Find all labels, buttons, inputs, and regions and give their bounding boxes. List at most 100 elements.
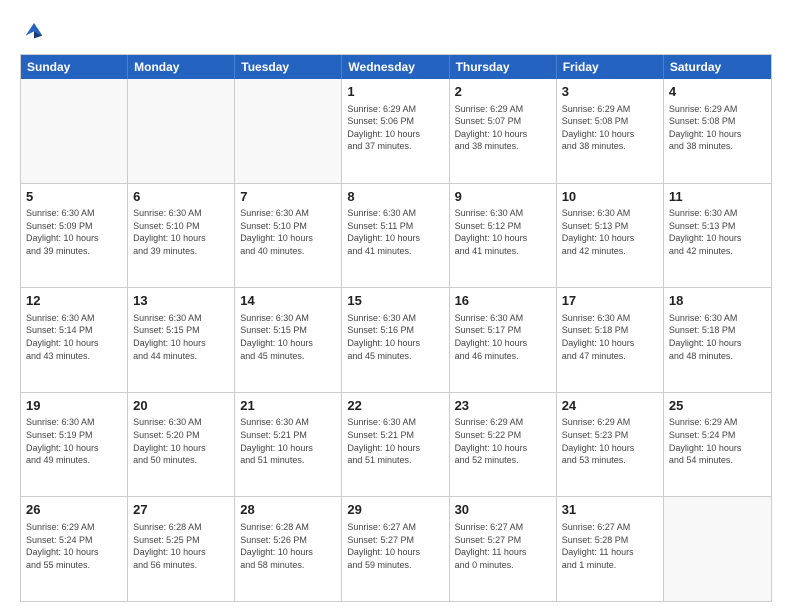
day-number: 24 — [562, 397, 658, 415]
day-number: 30 — [455, 501, 551, 519]
header-cell-friday: Friday — [557, 55, 664, 79]
day-number: 4 — [669, 83, 766, 101]
cell-info: Sunrise: 6:29 AM Sunset: 5:06 PM Dayligh… — [347, 103, 443, 153]
cell-info: Sunrise: 6:30 AM Sunset: 5:15 PM Dayligh… — [240, 312, 336, 362]
cell-info: Sunrise: 6:30 AM Sunset: 5:13 PM Dayligh… — [669, 207, 766, 257]
day-number: 25 — [669, 397, 766, 415]
cell-info: Sunrise: 6:30 AM Sunset: 5:19 PM Dayligh… — [26, 416, 122, 466]
calendar-cell-empty — [128, 79, 235, 183]
cell-info: Sunrise: 6:30 AM Sunset: 5:16 PM Dayligh… — [347, 312, 443, 362]
calendar-row-3: 12Sunrise: 6:30 AM Sunset: 5:14 PM Dayli… — [21, 287, 771, 392]
calendar-cell-day-14: 14 Sunrise: 6:30 AM Sunset: 5:15 PM Dayli… — [235, 288, 342, 392]
calendar-cell-day-12: 12Sunrise: 6:30 AM Sunset: 5:14 PM Dayli… — [21, 288, 128, 392]
day-number: 3 — [562, 83, 658, 101]
calendar-cell-day-27: 27Sunrise: 6:28 AM Sunset: 5:25 PM Dayli… — [128, 497, 235, 601]
cell-info: Sunrise: 6:27 AM Sunset: 5:28 PM Dayligh… — [562, 521, 658, 571]
calendar-cell-day-17: 17Sunrise: 6:30 AM Sunset: 5:18 PM Dayli… — [557, 288, 664, 392]
cell-info: Sunrise: 6:30 AM Sunset: 5:12 PM Dayligh… — [455, 207, 551, 257]
day-number: 31 — [562, 501, 658, 519]
day-number: 20 — [133, 397, 229, 415]
day-number: 9 — [455, 188, 551, 206]
calendar-cell-day-16: 16 Sunrise: 6:30 AM Sunset: 5:17 PM Dayli… — [450, 288, 557, 392]
cell-info: Sunrise: 6:30 AM Sunset: 5:09 PM Dayligh… — [26, 207, 122, 257]
day-number: 27 — [133, 501, 229, 519]
calendar-cell-day-3: 3 Sunrise: 6:29 AM Sunset: 5:08 PM Daylig… — [557, 79, 664, 183]
calendar-cell-day-10: 10Sunrise: 6:30 AM Sunset: 5:13 PM Dayli… — [557, 184, 664, 288]
header-cell-thursday: Thursday — [450, 55, 557, 79]
cell-info: Sunrise: 6:30 AM Sunset: 5:21 PM Dayligh… — [240, 416, 336, 466]
calendar-cell-day-1: 1 Sunrise: 6:29 AM Sunset: 5:06 PM Daylig… — [342, 79, 449, 183]
calendar-cell-day-21: 21Sunrise: 6:30 AM Sunset: 5:21 PM Dayli… — [235, 393, 342, 497]
day-number: 5 — [26, 188, 122, 206]
calendar-cell-day-26: 26 Sunrise: 6:29 AM Sunset: 5:24 PM Dayli… — [21, 497, 128, 601]
day-number: 22 — [347, 397, 443, 415]
day-number: 29 — [347, 501, 443, 519]
calendar-cell-day-2: 2Sunrise: 6:29 AM Sunset: 5:07 PM Daylig… — [450, 79, 557, 183]
calendar-cell-day-20: 20Sunrise: 6:30 AM Sunset: 5:20 PM Dayli… — [128, 393, 235, 497]
day-number: 26 — [26, 501, 122, 519]
calendar-header-row: SundayMondayTuesdayWednesdayThursdayFrid… — [21, 55, 771, 79]
cell-info: Sunrise: 6:30 AM Sunset: 5:18 PM Dayligh… — [562, 312, 658, 362]
calendar-cell-day-15: 15 Sunrise: 6:30 AM Sunset: 5:16 PM Dayli… — [342, 288, 449, 392]
logo-icon — [20, 16, 48, 44]
cell-info: Sunrise: 6:30 AM Sunset: 5:15 PM Dayligh… — [133, 312, 229, 362]
calendar-cell-day-18: 18Sunrise: 6:30 AM Sunset: 5:18 PM Dayli… — [664, 288, 771, 392]
cell-info: Sunrise: 6:29 AM Sunset: 5:24 PM Dayligh… — [669, 416, 766, 466]
calendar-cell-day-8: 8Sunrise: 6:30 AM Sunset: 5:11 PM Daylig… — [342, 184, 449, 288]
calendar-cell-day-29: 29 Sunrise: 6:27 AM Sunset: 5:27 PM Dayli… — [342, 497, 449, 601]
day-number: 1 — [347, 83, 443, 101]
cell-info: Sunrise: 6:30 AM Sunset: 5:11 PM Dayligh… — [347, 207, 443, 257]
day-number: 10 — [562, 188, 658, 206]
day-number: 13 — [133, 292, 229, 310]
header-cell-wednesday: Wednesday — [342, 55, 449, 79]
cell-info: Sunrise: 6:29 AM Sunset: 5:08 PM Dayligh… — [562, 103, 658, 153]
header — [20, 16, 772, 44]
calendar-row-4: 19Sunrise: 6:30 AM Sunset: 5:19 PM Dayli… — [21, 392, 771, 497]
day-number: 21 — [240, 397, 336, 415]
day-number: 11 — [669, 188, 766, 206]
day-number: 6 — [133, 188, 229, 206]
cell-info: Sunrise: 6:29 AM Sunset: 5:24 PM Dayligh… — [26, 521, 122, 571]
cell-info: Sunrise: 6:30 AM Sunset: 5:10 PM Dayligh… — [240, 207, 336, 257]
calendar-cell-day-13: 13 Sunrise: 6:30 AM Sunset: 5:15 PM Dayli… — [128, 288, 235, 392]
day-number: 2 — [455, 83, 551, 101]
day-number: 15 — [347, 292, 443, 310]
day-number: 16 — [455, 292, 551, 310]
calendar-cell-day-19: 19Sunrise: 6:30 AM Sunset: 5:19 PM Dayli… — [21, 393, 128, 497]
day-number: 14 — [240, 292, 336, 310]
calendar-cell-day-28: 28 Sunrise: 6:28 AM Sunset: 5:26 PM Dayli… — [235, 497, 342, 601]
calendar-cell-day-11: 11Sunrise: 6:30 AM Sunset: 5:13 PM Dayli… — [664, 184, 771, 288]
calendar: SundayMondayTuesdayWednesdayThursdayFrid… — [20, 54, 772, 602]
header-cell-monday: Monday — [128, 55, 235, 79]
cell-info: Sunrise: 6:30 AM Sunset: 5:13 PM Dayligh… — [562, 207, 658, 257]
calendar-cell-day-24: 24Sunrise: 6:29 AM Sunset: 5:23 PM Dayli… — [557, 393, 664, 497]
cell-info: Sunrise: 6:29 AM Sunset: 5:22 PM Dayligh… — [455, 416, 551, 466]
cell-info: Sunrise: 6:29 AM Sunset: 5:08 PM Dayligh… — [669, 103, 766, 153]
cell-info: Sunrise: 6:30 AM Sunset: 5:10 PM Dayligh… — [133, 207, 229, 257]
calendar-cell-empty — [21, 79, 128, 183]
calendar-cell-day-9: 9Sunrise: 6:30 AM Sunset: 5:12 PM Daylig… — [450, 184, 557, 288]
cell-info: Sunrise: 6:27 AM Sunset: 5:27 PM Dayligh… — [455, 521, 551, 571]
cell-info: Sunrise: 6:30 AM Sunset: 5:17 PM Dayligh… — [455, 312, 551, 362]
cell-info: Sunrise: 6:27 AM Sunset: 5:27 PM Dayligh… — [347, 521, 443, 571]
calendar-row-5: 26 Sunrise: 6:29 AM Sunset: 5:24 PM Dayli… — [21, 496, 771, 601]
calendar-cell-day-23: 23Sunrise: 6:29 AM Sunset: 5:22 PM Dayli… — [450, 393, 557, 497]
calendar-cell-day-6: 6Sunrise: 6:30 AM Sunset: 5:10 PM Daylig… — [128, 184, 235, 288]
calendar-cell-day-22: 22Sunrise: 6:30 AM Sunset: 5:21 PM Dayli… — [342, 393, 449, 497]
calendar-row-2: 5Sunrise: 6:30 AM Sunset: 5:09 PM Daylig… — [21, 183, 771, 288]
day-number: 8 — [347, 188, 443, 206]
logo — [20, 16, 52, 44]
day-number: 23 — [455, 397, 551, 415]
day-number: 19 — [26, 397, 122, 415]
day-number: 28 — [240, 501, 336, 519]
cell-info: Sunrise: 6:28 AM Sunset: 5:26 PM Dayligh… — [240, 521, 336, 571]
header-cell-tuesday: Tuesday — [235, 55, 342, 79]
day-number: 7 — [240, 188, 336, 206]
calendar-cell-day-7: 7Sunrise: 6:30 AM Sunset: 5:10 PM Daylig… — [235, 184, 342, 288]
calendar-cell-day-30: 30 Sunrise: 6:27 AM Sunset: 5:27 PM Dayli… — [450, 497, 557, 601]
calendar-cell-empty — [235, 79, 342, 183]
header-cell-saturday: Saturday — [664, 55, 771, 79]
cell-info: Sunrise: 6:30 AM Sunset: 5:20 PM Dayligh… — [133, 416, 229, 466]
calendar-cell-day-5: 5Sunrise: 6:30 AM Sunset: 5:09 PM Daylig… — [21, 184, 128, 288]
cell-info: Sunrise: 6:30 AM Sunset: 5:14 PM Dayligh… — [26, 312, 122, 362]
